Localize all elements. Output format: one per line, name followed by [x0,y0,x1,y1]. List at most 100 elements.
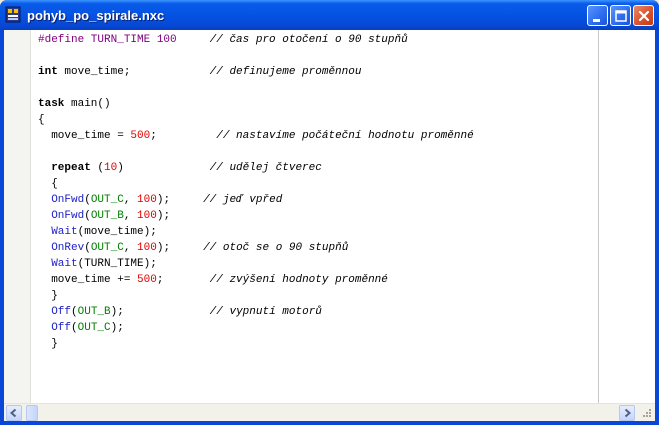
code-line[interactable]: move_time = 500; // nastavíme počáteční … [38,128,474,144]
code-token: OUT_B [90,210,124,222]
code-token: ( [84,194,91,206]
title-bar[interactable]: pohyb_po_spirale.nxc [0,0,659,30]
code-token: OnRev [51,242,85,254]
scroll-right-button[interactable] [619,405,635,421]
code-token: 100 [137,242,157,254]
editor-client-area: #define TURN_TIME 100 // čas pro otočení… [4,30,655,421]
code-token: } [38,338,58,350]
code-line[interactable] [38,80,474,96]
maximize-button[interactable] [610,5,631,26]
code-line[interactable]: } [38,336,474,352]
code-token: // definujeme proměnnou [209,66,362,78]
code-token: OUT_C [90,242,124,254]
code-editor[interactable]: #define TURN_TIME 100 // čas pro otočení… [38,32,474,352]
code-token: ( [71,306,78,318]
minimize-button[interactable] [587,5,608,26]
code-token: // čas pro otočení o 90 stupňů [209,34,408,46]
code-token: 100 [137,210,157,222]
code-line[interactable]: } [38,288,474,304]
scroll-thumb[interactable] [26,405,38,421]
code-token: ); [110,306,210,318]
code-line[interactable]: Off(OUT_C); [38,320,474,336]
code-token: Wait [51,258,78,270]
code-token: // nastavíme počáteční hodnotu proměnné [216,130,474,142]
code-line[interactable]: { [38,112,474,128]
code-token: ( [90,162,105,174]
code-line[interactable]: OnFwd(OUT_C, 100); // jeď vpřed [38,192,474,208]
code-line[interactable] [38,144,474,160]
code-token: // zvýšení hodnoty proměnné [209,274,388,286]
code-token: ); [156,194,204,206]
code-line[interactable]: repeat (10) // udělej čtverec [38,160,474,176]
code-token: Off [51,322,72,334]
right-margin-line [598,30,599,403]
code-token: // vypnutí motorů [209,306,322,318]
minimize-icon [593,19,600,22]
code-token: ); [156,210,171,222]
code-token: (TURN_TIME); [77,258,157,270]
code-token: #define TURN_TIME 100 [38,34,177,46]
code-token: (move_time); [77,226,157,238]
code-line[interactable]: int move_time; // definujeme proměnnou [38,64,474,80]
code-token: 100 [137,194,157,206]
code-token: OUT_C [77,322,111,334]
code-token: move_time += [38,274,138,286]
code-token: ) [117,162,210,174]
code-line[interactable]: Wait(TURN_TIME); [38,256,474,272]
arrow-left-icon [9,408,17,418]
scroll-left-button[interactable] [6,405,22,421]
code-token: ( [84,210,91,222]
arrow-right-icon [624,408,632,418]
code-token: OnFwd [51,210,85,222]
resize-grip-icon[interactable] [637,405,653,421]
code-token: , [123,194,138,206]
code-token: OnFwd [51,194,85,206]
code-token: OUT_B [77,306,111,318]
code-token: task [38,98,65,110]
code-token: ); [110,322,124,334]
code-line[interactable]: #define TURN_TIME 100 // čas pro otočení… [38,32,474,48]
code-token: { [38,178,58,190]
editor-window: pohyb_po_spirale.nxc #define TURN_TIME 1… [0,0,659,425]
code-token: // udělej čtverec [209,162,322,174]
maximize-icon [615,10,627,22]
horizontal-scrollbar[interactable] [4,403,655,421]
code-token: 500 [137,274,157,286]
code-line[interactable] [38,48,474,64]
code-token: ( [84,242,91,254]
code-line[interactable]: Wait(move_time); [38,224,474,240]
code-line[interactable]: task main() [38,96,474,112]
code-token: main() [64,98,111,110]
code-token: } [38,290,58,302]
close-icon [638,10,650,22]
code-token: 10 [104,162,118,174]
code-token: // jeď vpřed [203,194,283,206]
code-token: move_time; [57,66,210,78]
code-token: ; [156,274,210,286]
code-token: 500 [130,130,151,142]
line-gutter [4,30,31,403]
code-token: repeat [51,162,91,174]
code-line[interactable]: OnFwd(OUT_B, 100); [38,208,474,224]
code-token: ( [71,322,78,334]
nxc-file-icon [5,6,21,23]
code-line[interactable]: move_time += 500; // zvýšení hodnoty pro… [38,272,474,288]
window-title: pohyb_po_spirale.nxc [27,8,165,23]
code-token: OUT_C [90,194,124,206]
code-token: move_time = [38,130,131,142]
code-line[interactable]: { [38,176,474,192]
code-token: ); [156,242,204,254]
code-token: , [123,210,138,222]
code-token: { [38,114,45,126]
code-token: , [123,242,138,254]
code-line[interactable]: OnRev(OUT_C, 100); // otoč se o 90 stupň… [38,240,474,256]
close-button[interactable] [633,5,654,26]
code-line[interactable]: Off(OUT_B); // vypnutí motorů [38,304,474,320]
